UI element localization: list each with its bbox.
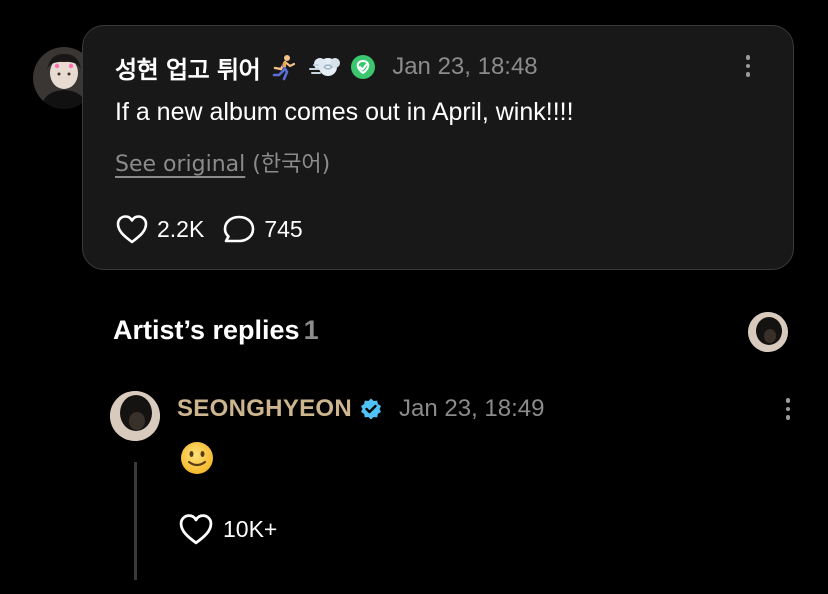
post-username[interactable]: 성현 업고 튀어	[115, 50, 261, 85]
dot-icon	[785, 415, 791, 420]
comment-count: 745	[264, 215, 303, 242]
reply-timestamp: Jan 23, 18:49	[399, 395, 545, 422]
dot-icon	[745, 55, 751, 60]
post-header: 성현 업고 튀어 Jan 23, 18:48	[115, 50, 538, 85]
post-card: 성현 업고 튀어 Jan 23, 18:48 If a new album co…	[82, 25, 794, 270]
artist-profile-avatar[interactable]	[748, 312, 788, 352]
post-text: If a new album comes out in April, wink!…	[115, 98, 574, 126]
artist-replies-count: 1	[303, 315, 319, 345]
dot-icon	[745, 63, 751, 69]
reply-more-options-button[interactable]	[778, 394, 798, 424]
post-stats: 2.2K 745	[115, 214, 303, 244]
like-count: 2.2K	[157, 215, 205, 242]
like-button[interactable]: 2.2K	[115, 214, 204, 244]
see-original-row: See original (한국어)	[115, 146, 330, 178]
thread-line	[134, 462, 137, 580]
dot-icon	[785, 398, 791, 403]
dash-icon	[308, 53, 342, 81]
reply-header: SEONGHYEON Jan 23, 18:49	[177, 394, 544, 424]
original-language-label: (한국어)	[252, 152, 331, 177]
slightly-smiling-face-icon	[181, 442, 213, 474]
reply-text: 🙂	[179, 440, 215, 476]
reply-like-count: 10K+	[223, 515, 278, 542]
dot-icon	[745, 72, 751, 77]
running-person-icon	[270, 53, 298, 81]
heart-icon	[179, 514, 213, 545]
artist-replies-title: Artist’s replies 1	[113, 315, 319, 346]
verified-badge-icon	[350, 54, 376, 80]
post-more-options-button[interactable]	[738, 51, 758, 81]
comment-button[interactable]: 745	[222, 214, 303, 244]
comment-bubble-icon	[224, 215, 255, 243]
post-timestamp: Jan 23, 18:48	[392, 53, 538, 80]
dot-icon	[785, 406, 791, 412]
artist-replies-label: Artist’s replies	[113, 315, 300, 345]
reply-author-name[interactable]: SEONGHYEON	[177, 395, 352, 423]
verified-badge-icon	[359, 397, 383, 421]
reply-like-button[interactable]: 10K+	[177, 513, 277, 545]
see-original-link[interactable]: See original	[115, 152, 245, 177]
heart-icon	[116, 215, 148, 244]
reply-author-avatar[interactable]	[110, 391, 160, 441]
